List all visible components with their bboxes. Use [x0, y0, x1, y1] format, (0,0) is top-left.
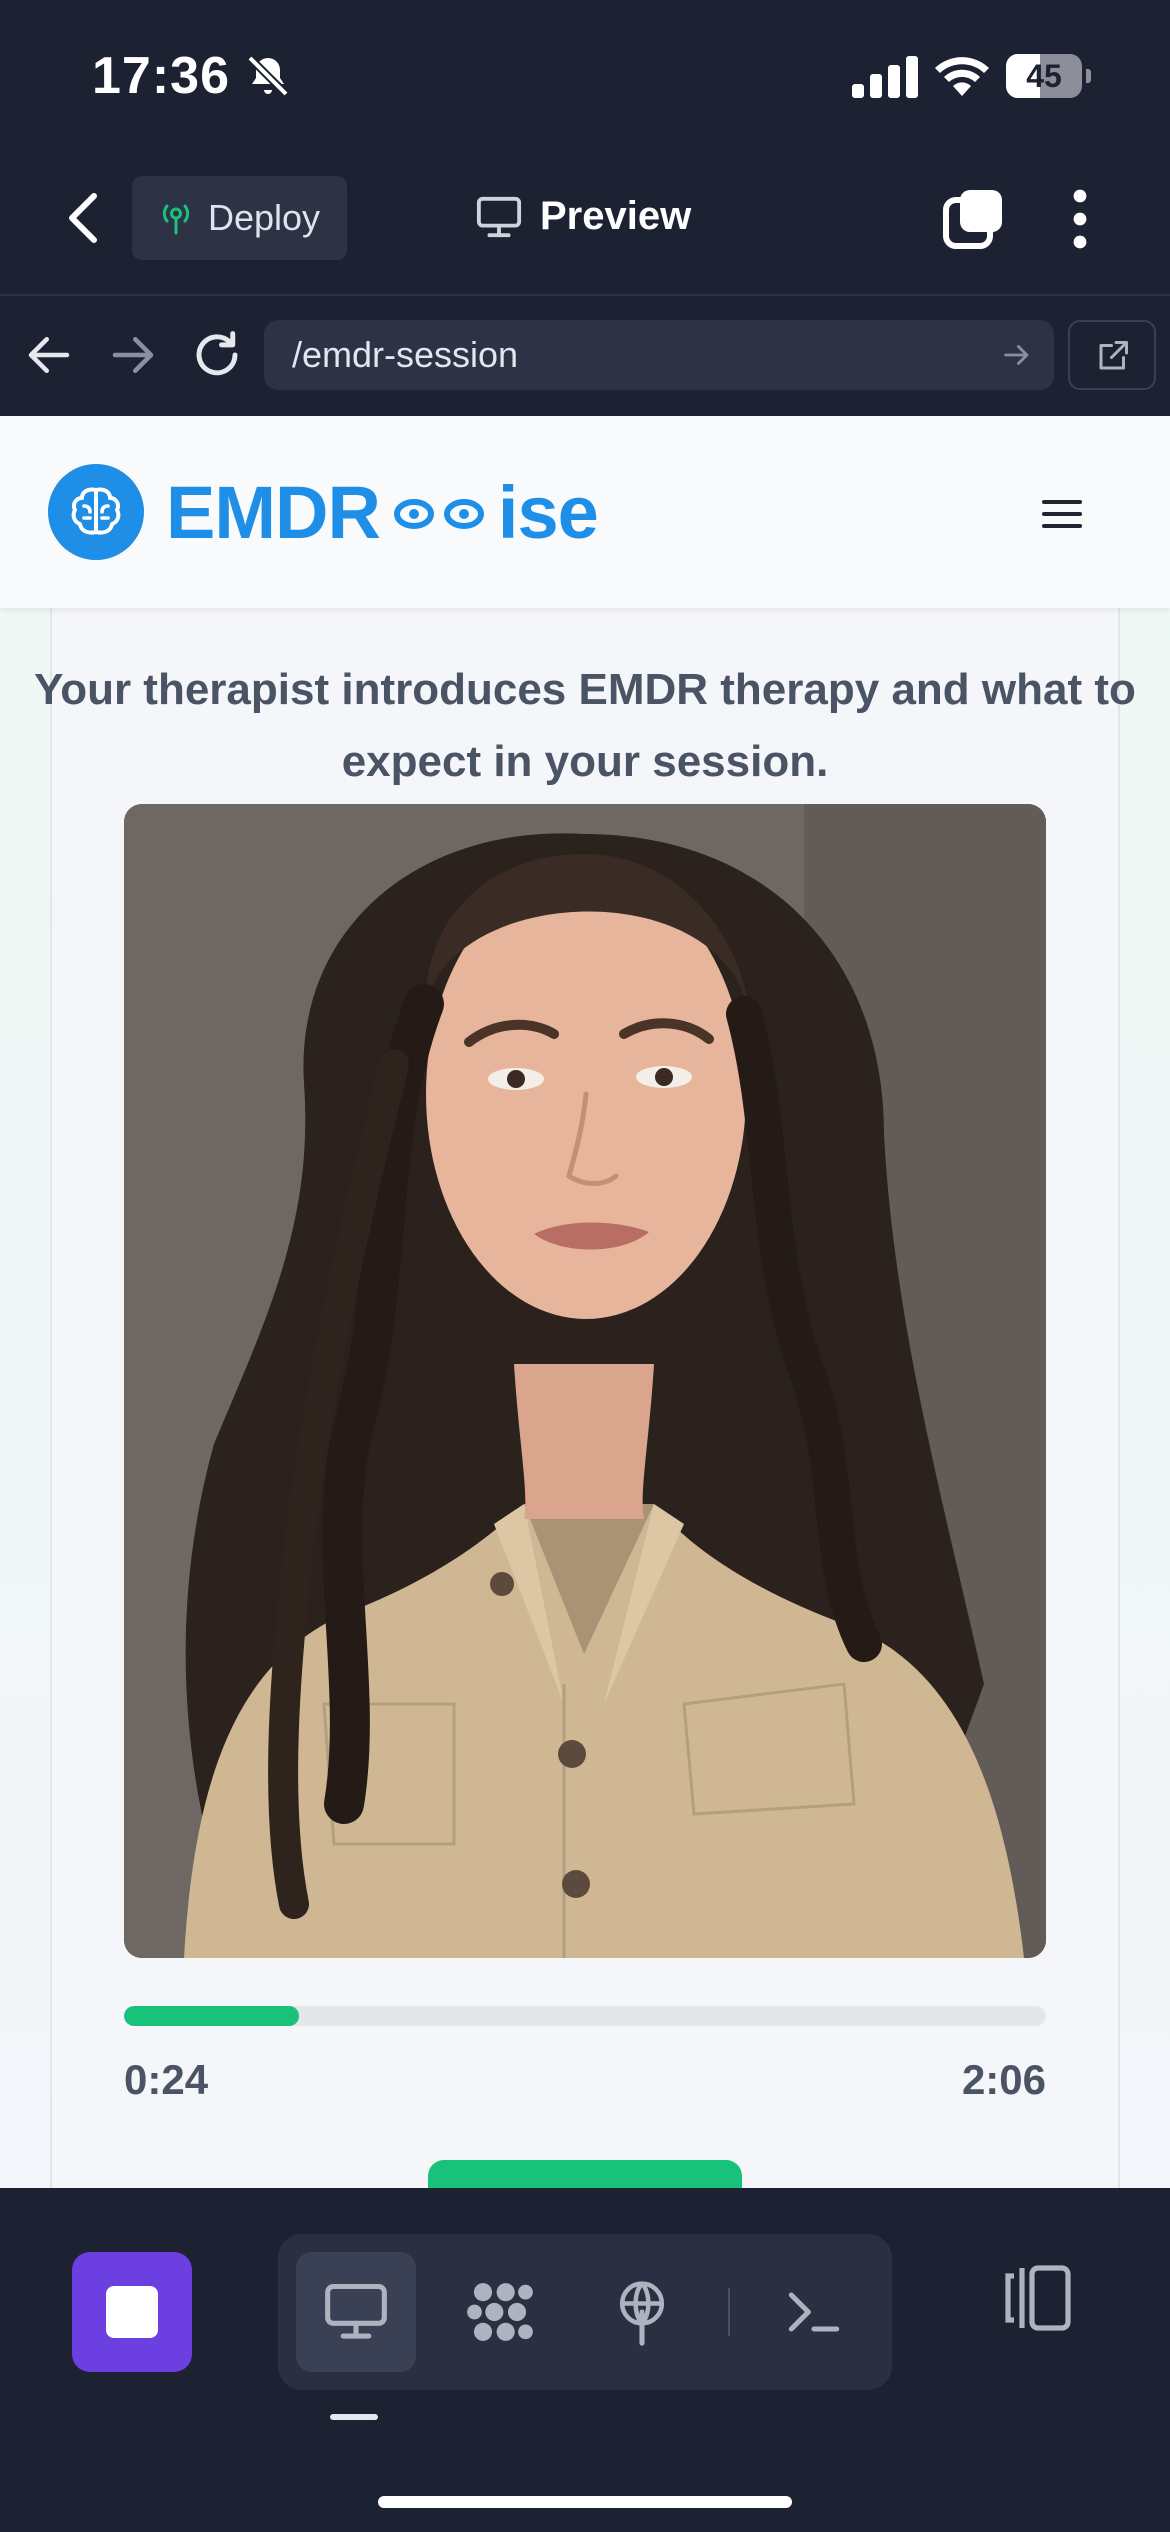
- wifi-icon: [935, 57, 989, 96]
- browser-bar: /emdr-session: [0, 296, 1170, 416]
- brain-icon: [71, 487, 121, 535]
- cellular-signal-icon: [852, 56, 918, 98]
- clock: 17:36: [92, 47, 230, 105]
- current-time: 0:24: [124, 2056, 209, 2103]
- preview-label: Preview: [540, 194, 692, 238]
- brain-logo[interactable]: [48, 464, 144, 560]
- terminal-icon: [788, 2292, 840, 2332]
- antenna-icon: [619, 2281, 665, 2346]
- battery-indicator: 45: [1006, 54, 1092, 98]
- status-bar: 17:36 45: [0, 0, 1170, 150]
- muted-bell-icon: [247, 55, 289, 97]
- hamburger-menu-icon[interactable]: [1040, 496, 1084, 532]
- toolbar-divider: [728, 2288, 730, 2336]
- session-description: Your therapist introduces EMDR therapy a…: [34, 665, 1136, 786]
- total-time: 2:06: [961, 2056, 1046, 2103]
- brand-prefix: EMDR: [166, 470, 381, 554]
- tabs-icon[interactable]: [942, 188, 1004, 250]
- reload-icon[interactable]: [190, 328, 244, 382]
- go-arrow-icon[interactable]: [1000, 338, 1034, 372]
- battery-level: 45: [1026, 58, 1062, 94]
- therapist-video[interactable]: [124, 804, 1046, 1958]
- antenna-icon: [162, 204, 190, 235]
- brand-suffix: ise: [497, 470, 599, 554]
- ide-header: Deploy Preview: [0, 150, 1170, 296]
- workflow-icon: [467, 2283, 533, 2341]
- url-bar[interactable]: /emdr-session: [264, 320, 1054, 390]
- video-progress-bar[interactable]: [124, 2006, 1046, 2026]
- open-external-button[interactable]: [1068, 320, 1156, 390]
- chevron-left-icon[interactable]: [60, 190, 110, 246]
- tool-switcher: [278, 2234, 892, 2390]
- therapist-portrait: [124, 804, 1046, 1958]
- bottom-toolbar: [0, 2188, 1170, 2532]
- deploy-label: Deploy: [208, 197, 321, 238]
- stop-icon: [106, 2286, 158, 2338]
- preview-tab[interactable]: Preview: [476, 194, 691, 239]
- split-panel-icon[interactable]: [998, 2260, 1074, 2336]
- active-tool-indicator: [330, 2414, 378, 2420]
- monitor-icon: [476, 196, 522, 237]
- tool-workflow-button[interactable]: [440, 2252, 560, 2372]
- site-header: EMDR ise: [0, 416, 1170, 608]
- monitor-icon: [325, 2283, 387, 2339]
- vertical-dots-icon[interactable]: [1060, 188, 1100, 250]
- video-progress-fill: [124, 2006, 300, 2026]
- deploy-button[interactable]: Deploy: [132, 176, 347, 260]
- tool-preview-button[interactable]: [296, 2252, 416, 2372]
- arrow-right-icon[interactable]: [106, 328, 160, 382]
- brand-wordmark[interactable]: EMDR ise: [166, 464, 599, 560]
- web-preview: EMDR ise Your therapist introduces EMDR …: [0, 416, 1170, 2188]
- tool-terminal-button[interactable]: [754, 2252, 874, 2372]
- home-indicator[interactable]: [378, 2496, 792, 2508]
- continue-button[interactable]: [428, 2160, 742, 2188]
- eyes-icon: [393, 499, 484, 529]
- tool-deploy-button[interactable]: [582, 2252, 702, 2372]
- stop-button[interactable]: [72, 2252, 192, 2372]
- external-link-icon: [1099, 341, 1128, 370]
- arrow-left-icon[interactable]: [22, 328, 76, 382]
- url-text: /emdr-session: [292, 334, 519, 375]
